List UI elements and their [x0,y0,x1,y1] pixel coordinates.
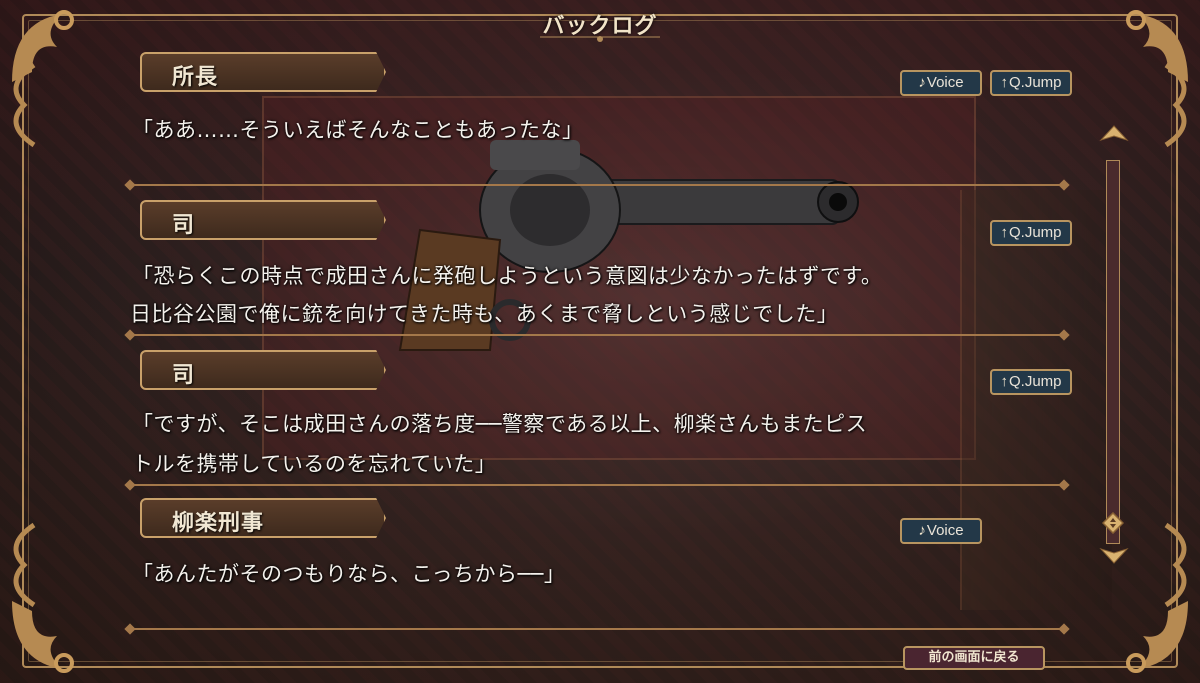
side-ornament-left-bottom [4,520,44,610]
dialog-line: 日比谷公園で俺に銃を向けてきた時も、あくまで脅しという感じでした」 [130,302,839,326]
bottom-separator [130,628,1064,630]
speaker-name: 司 [172,213,196,238]
speaker-name: 司 [172,363,196,388]
up-arrow-icon: ↑ [1000,74,1008,91]
scroll-up-arrow-icon[interactable] [1099,124,1129,144]
speaker-name-plate: 司 [140,350,386,390]
speaker-name: 柳楽刑事 [172,511,265,536]
quick-jump-button[interactable]: ↑Q.Jump [990,70,1072,96]
entry-separator [130,484,1064,486]
scrollbar-track[interactable] [1106,160,1120,544]
music-note-icon: ♪ [918,74,926,91]
speaker-name: 所長 [172,65,219,90]
scrollbar-thumb[interactable] [1102,512,1124,534]
up-arrow-icon: ↑ [1000,373,1008,390]
voice-button[interactable]: ♪Voice [900,70,982,96]
dialog-line: 「ああ……そういえばそんなこともあったな」 [132,118,584,142]
title-flourish [540,36,660,42]
music-note-icon: ♪ [918,522,926,539]
scroll-down-arrow-icon[interactable] [1099,545,1129,565]
quick-jump-button[interactable]: ↑Q.Jump [990,369,1072,395]
side-ornament-right-bottom [1156,520,1196,610]
side-ornament-left-top [4,60,44,150]
dialog-line: 「あんたがそのつもりなら、こっちから──」 [132,562,566,586]
dialog-line: 「ですが、そこは成田さんの落ち度──警察である以上、柳楽さんもまたピス [132,412,868,436]
entry-separator [130,334,1064,336]
speaker-name-plate: 所長 [140,52,386,92]
speaker-name-plate: 司 [140,200,386,240]
back-to-previous-screen-button[interactable]: 前の画面に戻る [903,646,1045,670]
entry-separator [130,184,1064,186]
speaker-name-plate: 柳楽刑事 [140,498,386,538]
title-area: バックログ [500,0,700,46]
side-ornament-right-top [1156,60,1196,150]
dialog-line: トルを携帯しているのを忘れていた」 [132,452,497,476]
voice-button[interactable]: ♪Voice [900,518,982,544]
up-arrow-icon: ↑ [1000,224,1008,241]
dialog-line: 「恐らくこの時点で成田さんに発砲しようという意図は少なかったはずです。 [132,264,883,288]
quick-jump-button[interactable]: ↑Q.Jump [990,220,1072,246]
